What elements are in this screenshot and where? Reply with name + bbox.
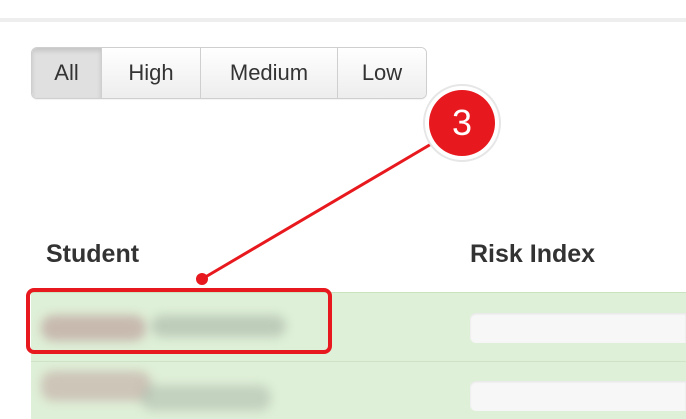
blurred-student-name[interactable] <box>41 371 151 401</box>
annotation-highlight-box <box>26 288 332 354</box>
risk-index-column-header[interactable]: Risk Index <box>470 240 595 269</box>
filter-low-button[interactable]: Low <box>338 48 426 98</box>
filter-high-button[interactable]: High <box>102 48 201 98</box>
row-divider <box>31 361 686 362</box>
risk-filter-group: All High Medium Low <box>31 47 427 99</box>
blurred-student-name[interactable] <box>141 385 271 411</box>
filter-all-button[interactable]: All <box>32 48 102 98</box>
student-column-header[interactable]: Student <box>46 240 139 269</box>
annotation-step-number: 3 <box>451 102 473 143</box>
annotation-anchor-dot <box>196 273 208 285</box>
risk-index-bar <box>470 313 686 343</box>
risk-index-bar <box>470 381 686 411</box>
filter-medium-button[interactable]: Medium <box>201 48 338 98</box>
top-bar <box>0 0 686 22</box>
annotation-leader-line <box>201 138 439 281</box>
